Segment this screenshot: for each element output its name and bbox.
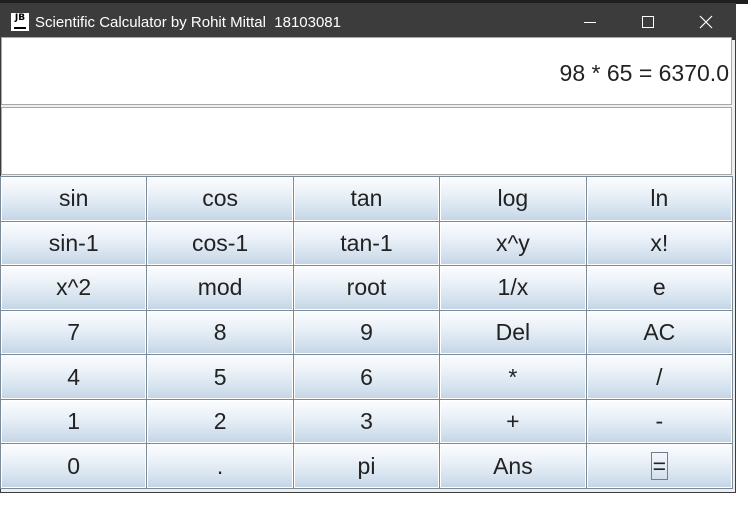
key-label: tan-1 xyxy=(340,229,393,256)
key-multiply-button[interactable]: * xyxy=(440,355,586,399)
keypad: sin cos tan log ln sin-1 cos-1 tan-1 x^y x! x^2 mod… xyxy=(0,176,733,489)
close-button[interactable] xyxy=(677,4,735,40)
key-0-button[interactable]: 0 xyxy=(1,444,147,488)
key-label: cos-1 xyxy=(191,229,249,256)
maximize-button[interactable] xyxy=(619,4,677,40)
key-5-button[interactable]: 5 xyxy=(147,355,293,399)
key-x-pow-2-button[interactable]: x^2 xyxy=(1,266,147,310)
key-label: 0 xyxy=(67,452,81,479)
key-2-button[interactable]: 2 xyxy=(147,399,293,444)
key-pi-button[interactable]: pi xyxy=(293,444,440,488)
key-label: - xyxy=(655,408,664,435)
key-label: sin-1 xyxy=(48,229,99,256)
key-minus-button[interactable]: - xyxy=(586,399,732,444)
key-label: sin xyxy=(58,185,89,212)
key-label: Ans xyxy=(493,452,533,479)
key-label: 7 xyxy=(67,318,81,345)
key-6-button[interactable]: 6 xyxy=(293,355,440,399)
key-label: 1/x xyxy=(497,274,529,301)
key-label: = xyxy=(650,452,668,481)
key-x-factorial-button[interactable]: x! xyxy=(586,221,732,266)
key-e-button[interactable]: e xyxy=(586,266,732,310)
key-label: ln xyxy=(650,185,669,212)
key-x-pow-y-button[interactable]: x^y xyxy=(440,221,586,266)
key-9-button[interactable]: 9 xyxy=(293,310,440,355)
window-controls xyxy=(561,4,735,40)
key-label: Del xyxy=(495,318,531,345)
key-del-button[interactable]: Del xyxy=(440,310,586,355)
key-3-button[interactable]: 3 xyxy=(293,399,440,444)
key-1dividex-button[interactable]: 1/x xyxy=(440,266,586,310)
key-8-button[interactable]: 8 xyxy=(147,310,293,355)
key-label: + xyxy=(506,408,520,435)
minimize-button[interactable] xyxy=(561,4,619,40)
key-label: AC xyxy=(643,318,676,345)
key-cos-1-button[interactable]: cos-1 xyxy=(147,221,293,266)
key-label: mod xyxy=(197,274,243,301)
key-label: 8 xyxy=(213,318,227,345)
key-divide-button[interactable]: / xyxy=(586,355,732,399)
key-root-button[interactable]: root xyxy=(293,266,440,310)
close-icon xyxy=(699,15,713,29)
key-sin-button[interactable]: sin xyxy=(1,177,147,221)
desktop-background-bottom xyxy=(0,493,748,520)
key-equals-button[interactable]: = xyxy=(586,444,732,488)
result-expression: 98 * 65 = 6370.0 xyxy=(559,60,729,86)
key-ln-button[interactable]: ln xyxy=(586,177,732,221)
key-label: pi xyxy=(357,452,376,479)
key-label: 3 xyxy=(360,408,373,435)
key-label: root xyxy=(346,274,387,301)
title-bar[interactable]: JB Scientific Calculator by Rohit Mittal… xyxy=(1,4,735,40)
key-label: x^2 xyxy=(56,274,92,301)
key-ac-button[interactable]: AC xyxy=(586,310,732,355)
key-tan-1-button[interactable]: tan-1 xyxy=(293,221,440,266)
key-label: e xyxy=(652,274,666,301)
key-label: x! xyxy=(650,229,669,256)
key-label: log xyxy=(497,185,529,212)
key-label: 9 xyxy=(360,318,373,345)
minimize-icon xyxy=(584,22,596,23)
key-ans-button[interactable]: Ans xyxy=(440,444,586,488)
java-app-icon: JB xyxy=(11,13,29,31)
key-label: cos xyxy=(202,185,238,212)
input-display[interactable] xyxy=(1,107,732,175)
key-label: 4 xyxy=(67,363,81,390)
key-plus-button[interactable]: + xyxy=(440,399,586,444)
key-log-button[interactable]: log xyxy=(440,177,586,221)
window-title: Scientific Calculator by Rohit Mittal 18… xyxy=(35,13,341,31)
key-sin-1-button[interactable]: sin-1 xyxy=(1,221,147,266)
key-4-button[interactable]: 4 xyxy=(1,355,147,399)
key-label: / xyxy=(656,363,663,390)
key-decimal-button[interactable]: . xyxy=(147,444,293,488)
key-label: tan xyxy=(350,185,383,212)
key-label: 2 xyxy=(213,408,227,435)
key-7-button[interactable]: 7 xyxy=(1,310,147,355)
key-label: 5 xyxy=(213,363,227,390)
key-label: * xyxy=(508,363,518,390)
key-1-button[interactable]: 1 xyxy=(1,399,147,444)
key-label: x^y xyxy=(495,229,530,256)
key-tan-button[interactable]: tan xyxy=(293,177,440,221)
key-cos-button[interactable]: cos xyxy=(147,177,293,221)
key-label: . xyxy=(216,452,224,479)
key-label: 1 xyxy=(67,408,81,435)
result-display[interactable]: 98 * 65 = 6370.0 xyxy=(1,37,732,105)
key-label: 6 xyxy=(360,363,373,390)
key-mod-button[interactable]: mod xyxy=(147,266,293,310)
maximize-icon xyxy=(642,16,654,28)
